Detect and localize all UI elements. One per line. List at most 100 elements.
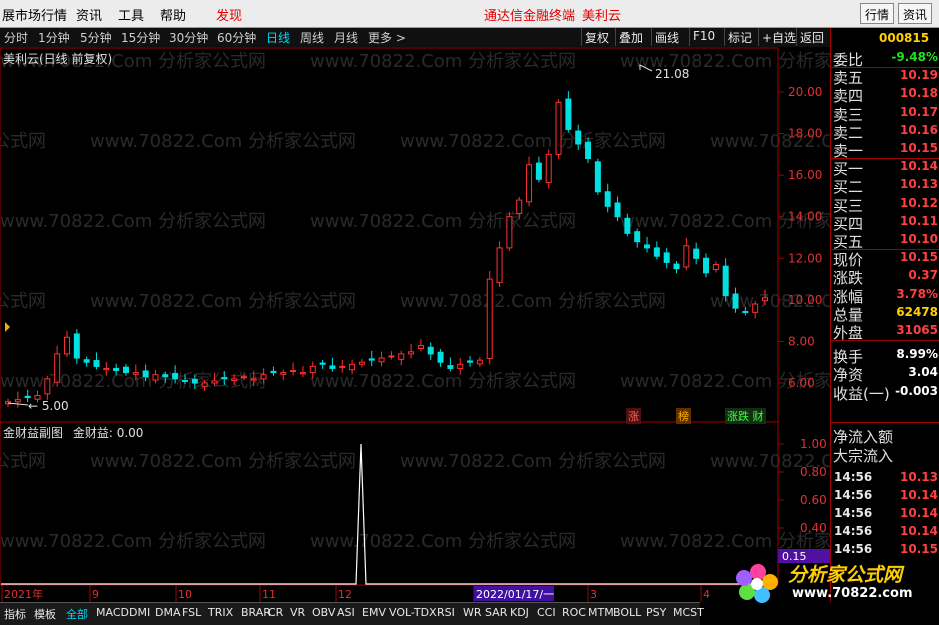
indicator-tab-指标[interactable]: 指标	[4, 606, 26, 622]
candle-body	[299, 372, 306, 375]
watermark-text: www.70822.Com 分析家公式网	[620, 51, 830, 72]
menu-help[interactable]: 帮助	[160, 5, 186, 24]
quote-row: 外盘 31065	[831, 322, 939, 342]
adjust-button[interactable]: 复权	[581, 28, 612, 46]
quote-row-value: 10.13	[900, 177, 938, 192]
stock-name-title: 美利云	[582, 9, 622, 24]
candle-body	[103, 367, 110, 371]
candle-body	[673, 263, 680, 270]
quote-row: 净资 3.04	[831, 364, 939, 384]
add-favorite-button[interactable]: +自选	[758, 28, 799, 46]
news-button[interactable]: 资讯	[898, 3, 933, 24]
candle-body	[290, 370, 297, 373]
candle-body	[24, 395, 31, 399]
back-button[interactable]: 返回	[796, 28, 827, 46]
period-5min[interactable]: 5分钟	[80, 29, 112, 46]
panel-separator	[831, 422, 939, 423]
indicator-tab-模板[interactable]: 模板	[34, 606, 56, 622]
indicator-tab-sar[interactable]: SAR	[485, 606, 507, 619]
overlay-button[interactable]: 叠加	[615, 28, 646, 46]
indicator-tab-trix[interactable]: TRIX	[208, 606, 233, 619]
panel-separator	[831, 340, 939, 341]
indicator-tab-obv[interactable]: OBV	[312, 606, 335, 619]
candle-body	[201, 382, 208, 387]
indicator-tab-dma[interactable]: DMA	[155, 606, 181, 619]
draw-line-button[interactable]: 画线	[651, 28, 682, 46]
quote-row-value: 10.15	[900, 250, 938, 265]
indicator-tab-vol-tdx[interactable]: VOL-TDX	[389, 606, 437, 619]
candle-body	[742, 310, 749, 313]
f10-button[interactable]: F10	[689, 28, 718, 46]
candle-body	[349, 363, 356, 371]
candle-body	[683, 245, 690, 268]
tick-trade-row: 14:56 10.13	[831, 469, 939, 487]
menu-tools[interactable]: 工具	[118, 5, 144, 24]
period-monthly[interactable]: 月线	[334, 29, 358, 46]
tag-finance[interactable]: 涨跌 财	[725, 408, 766, 424]
indicator-tab-psy[interactable]: PSY	[646, 606, 666, 619]
candle-body	[152, 374, 159, 381]
stock-code: 000815	[879, 31, 930, 45]
indicator-tab-cci[interactable]: CCI	[537, 606, 556, 619]
time-tick-label: 2022/01/17/一	[476, 588, 554, 601]
collapse-arrow-icon[interactable]	[5, 322, 10, 332]
period-daily[interactable]: 日线	[266, 29, 290, 46]
indicator-tab-boll[interactable]: BOLL	[613, 606, 641, 619]
indicator-tab-roc[interactable]: ROC	[562, 606, 586, 619]
quote-row-value: 8.99%	[896, 347, 938, 362]
candle-body	[172, 372, 179, 380]
period-fenshi[interactable]: 分时	[4, 29, 28, 46]
candle-body	[270, 370, 277, 374]
period-30min[interactable]: 30分钟	[169, 29, 208, 46]
indicator-tab-kdj[interactable]: KDJ	[510, 606, 529, 619]
indicator-tab-全部[interactable]: 全部	[66, 606, 88, 622]
mark-button[interactable]: 标记	[724, 28, 755, 46]
quote-row-value: 10.17	[900, 104, 938, 119]
quote-row: 卖三 10.17	[831, 104, 939, 124]
kline-chart[interactable]: www.70822.Com 分析家公式网 www.70822.Com 分析家公式网…	[0, 47, 830, 602]
net-inflow-label: 净流入额	[833, 428, 894, 446]
quote-button[interactable]: 行情	[860, 3, 895, 24]
watermark-text: www.70822.Com 分析家公式网	[0, 131, 46, 152]
candle-body	[132, 372, 139, 375]
indicator-tab-rsi[interactable]: RSI	[437, 606, 455, 619]
indicator-tab-brar[interactable]: BRAR	[241, 606, 271, 619]
candle-body	[506, 216, 513, 249]
time-tick-label: 3	[590, 588, 597, 601]
tag-rank[interactable]: 榜	[676, 408, 691, 424]
candle-body	[604, 191, 611, 207]
indicator-tab-emv[interactable]: EMV	[362, 606, 386, 619]
indicator-tab-wr[interactable]: WR	[463, 606, 482, 619]
site-logo: 分析家公式网 www.70822.com	[730, 558, 930, 606]
watermark-text: www.70822.Com 分析家公式网	[90, 131, 356, 152]
period-weekly[interactable]: 周线	[300, 29, 324, 46]
menu-news[interactable]: 资讯	[76, 5, 102, 24]
period-60min[interactable]: 60分钟	[217, 29, 256, 46]
period-1min[interactable]: 1分钟	[38, 29, 70, 46]
candle-body	[142, 370, 149, 378]
indicator-tab-cr[interactable]: CR	[268, 606, 283, 619]
indicator-tab-dmi[interactable]: DMI	[129, 606, 150, 619]
kline-chart-area[interactable]: www.70822.Com 分析家公式网 www.70822.Com 分析家公式网…	[0, 47, 830, 602]
time-axis: 2021年 9 10 11 12 2022/01/17/一 3 4	[1, 585, 710, 602]
indicator-tab-asi[interactable]: ASI	[337, 606, 355, 619]
indicator-tab-fsl[interactable]: FSL	[182, 606, 201, 619]
indicator-tab-macd[interactable]: MACD	[96, 606, 129, 619]
indicator-tab-mcst[interactable]: MCST	[673, 606, 704, 619]
block-inflow-row: 大宗流入	[831, 445, 939, 465]
time-tick-label: 10	[178, 588, 192, 601]
quote-row: 买二 10.13	[831, 176, 939, 196]
trade-time: 14:56	[834, 488, 873, 502]
menu-discover[interactable]: 发现	[216, 5, 242, 24]
quote-row-value: 10.11	[900, 213, 938, 228]
watermark-text: www.70822.Com 分析家公式网	[0, 211, 266, 232]
quote-row: 涨幅 3.78%	[831, 286, 939, 306]
menu-market[interactable]: 展市场行情	[2, 5, 67, 24]
period-15min[interactable]: 15分钟	[121, 29, 160, 46]
indicator-tab-mtm[interactable]: MTM	[588, 606, 614, 619]
indicator-tab-vr[interactable]: VR	[290, 606, 305, 619]
tag-rise[interactable]: 涨	[626, 408, 641, 424]
period-more[interactable]: 更多 >	[368, 29, 406, 46]
main-chart-frame	[0, 47, 779, 423]
flower-logo-icon	[736, 564, 778, 603]
